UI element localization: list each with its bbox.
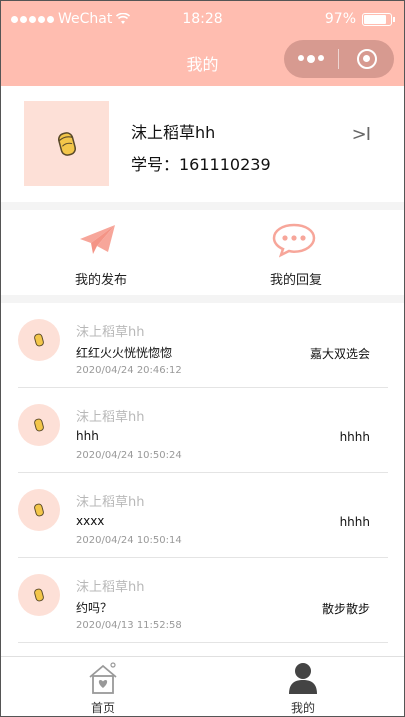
list-item[interactable]: 沫上稻草hh 红红火火恍恍惚惚 2020/04/24 20:46:12 嘉大双选… (18, 303, 388, 388)
more-dots-icon[interactable] (284, 55, 338, 63)
my-posts-label: 我的发布 (74, 273, 127, 288)
tab-me[interactable]: 我的 (243, 657, 363, 716)
battery-icon (362, 12, 395, 26)
paper-plane-icon (80, 225, 115, 254)
burrito-icon (34, 333, 44, 347)
avatar (18, 574, 60, 616)
battery-percent: 97% (324, 11, 356, 27)
chat-bubble-icon (272, 223, 316, 258)
tab-bar: 首页 我的 (1, 656, 404, 716)
item-reply: 散步散步 (321, 602, 370, 616)
user-icon (289, 663, 317, 694)
home-icon (89, 662, 117, 694)
item-reply: hhhh (339, 515, 370, 529)
close-circle-icon[interactable] (339, 49, 394, 69)
item-username: 沫上稻草hh (76, 580, 145, 595)
item-timestamp: 2020/04/24 20:46:12 (76, 365, 182, 376)
my-replies-button[interactable]: 我的回复 (196, 210, 396, 295)
item-reply: 嘉大双选会 (309, 347, 370, 361)
tab-home[interactable]: 首页 (43, 657, 163, 716)
item-text: 红红火火恍恍惚惚 (76, 346, 173, 360)
profile-arrow-icon[interactable]: >I (352, 124, 371, 145)
mini-program-capsule (284, 40, 394, 78)
my-posts-button[interactable]: 我的发布 (1, 210, 201, 295)
avatar (18, 404, 60, 446)
phone-frame: WeChat 18:28 97% 我的 沫上稻草hh 学号：161110239 … (0, 0, 405, 717)
list-item[interactable]: 沫上稻草hh xxxx 2020/04/24 10:50:14 hhhh (18, 473, 388, 558)
post-list: 沫上稻草hh 红红火火恍恍惚惚 2020/04/24 20:46:12 嘉大双选… (1, 303, 404, 656)
item-text: xxxx (76, 514, 105, 528)
item-username: 沫上稻草hh (76, 325, 145, 340)
item-timestamp: 2020/04/24 10:50:24 (76, 450, 182, 461)
burrito-icon (57, 131, 76, 156)
item-timestamp: 2020/04/24 10:50:14 (76, 535, 182, 546)
item-timestamp: 2020/04/13 11:52:58 (76, 620, 182, 631)
burrito-icon (34, 418, 44, 432)
profile-name: 沫上稻草hh (131, 123, 216, 142)
tab-home-label: 首页 (90, 701, 115, 715)
nav-bar: 我的 (1, 39, 404, 86)
list-item[interactable]: 沫上稻草hh 约吗？ 2020/04/13 11:52:58 散步散步 (18, 558, 388, 643)
item-reply: hhhh (339, 430, 370, 444)
tab-me-label: 我的 (290, 701, 315, 715)
burrito-icon (34, 503, 44, 517)
action-row: 我的发布 我的回复 (1, 210, 404, 295)
avatar (18, 489, 60, 531)
student-id: 学号：161110239 (131, 155, 271, 174)
status-bar: WeChat 18:28 97% (1, 1, 404, 39)
item-username: 沫上稻草hh (76, 410, 145, 425)
item-text: 约吗？ (76, 601, 113, 615)
item-username: 沫上稻草hh (76, 495, 145, 510)
burrito-icon (34, 588, 44, 602)
profile-avatar (24, 101, 109, 186)
my-replies-label: 我的回复 (269, 273, 322, 288)
item-text: hhh (76, 429, 99, 443)
battery-status: 97% (324, 11, 395, 27)
avatar (18, 319, 60, 361)
profile-card[interactable]: 沫上稻草hh 学号：161110239 >I (1, 86, 404, 202)
list-item[interactable]: 沫上稻草hh hhh 2020/04/24 10:50:24 hhhh (18, 388, 388, 473)
